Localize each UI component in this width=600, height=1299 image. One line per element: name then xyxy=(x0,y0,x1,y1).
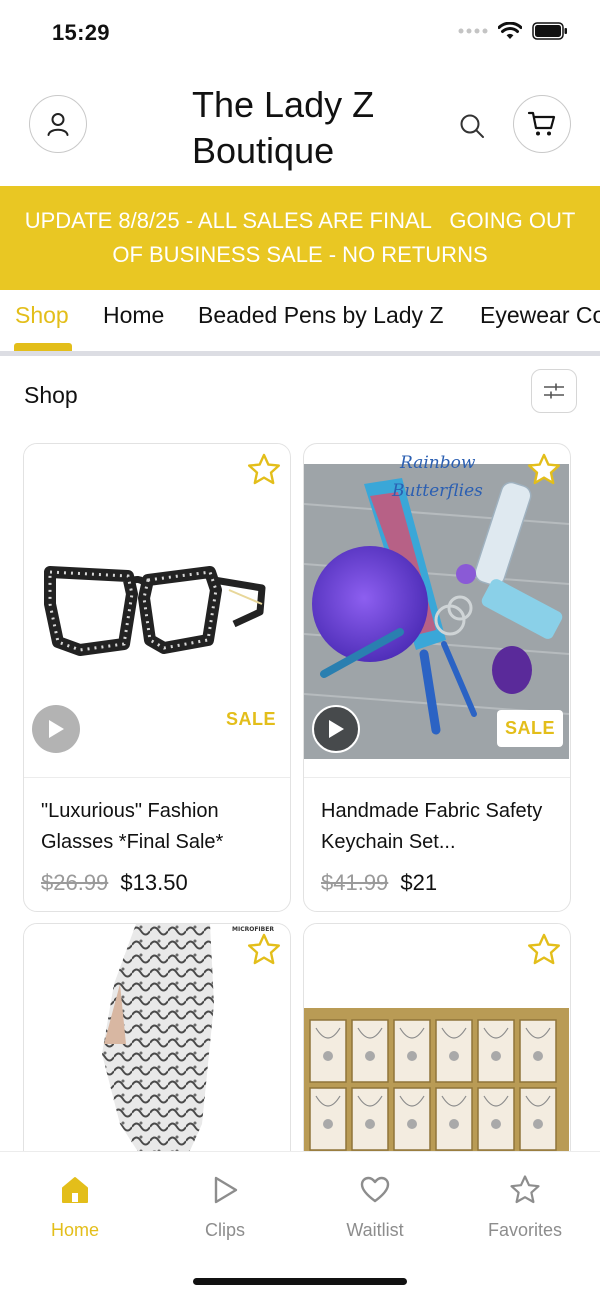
status-bar: 15:29 xyxy=(0,0,600,66)
original-price: $26.99 xyxy=(41,870,109,895)
store-title-line1: The Lady Z xyxy=(192,84,375,125)
favorite-star-icon[interactable] xyxy=(526,452,562,488)
store-title: The Lady Z Boutique xyxy=(192,82,374,174)
tab-beaded-pens[interactable]: Beaded Pens by Lady Z xyxy=(198,302,444,329)
play-icon xyxy=(214,1176,238,1204)
banner-line-2: OF BUSINESS SALE - NO RETURNS xyxy=(112,242,488,267)
nav-favorites-label: Favorites xyxy=(487,1220,563,1240)
app-header: The Lady Z Boutique xyxy=(0,66,600,186)
status-icons xyxy=(458,22,568,40)
favorite-star-icon[interactable] xyxy=(246,932,282,968)
user-icon xyxy=(47,113,69,136)
nav-waitlist[interactable]: Waitlist xyxy=(300,1174,450,1241)
active-tab-indicator xyxy=(14,343,72,351)
nav-clips[interactable]: Clips xyxy=(150,1174,300,1241)
nav-favorites[interactable]: Favorites xyxy=(450,1174,600,1241)
play-video-button[interactable] xyxy=(32,705,80,753)
nav-home-label: Home xyxy=(50,1220,99,1240)
card-divider xyxy=(304,777,570,778)
search-icon xyxy=(460,114,484,138)
sale-badge: SALE xyxy=(225,709,276,729)
play-video-button[interactable] xyxy=(312,705,360,753)
cart-button[interactable] xyxy=(513,95,571,153)
account-button[interactable] xyxy=(29,95,87,153)
announcement-banner: UPDATE 8/8/25 - ALL SALES ARE FINAL GOIN… xyxy=(0,186,600,290)
search-button[interactable] xyxy=(456,110,488,142)
card-divider xyxy=(24,777,290,778)
nav-waitlist-label: Waitlist xyxy=(346,1220,404,1240)
category-tabs: Shop Home Beaded Pens by Lady Z Eyewear … xyxy=(0,290,600,352)
tab-shop[interactable]: Shop xyxy=(15,302,69,329)
tab-home[interactable]: Home xyxy=(103,302,164,329)
section-title: Shop xyxy=(24,382,78,408)
store-title-line2: Boutique xyxy=(192,130,335,171)
bottom-navigation: Home Clips Waitlist Favorites xyxy=(0,1151,600,1299)
cart-icon xyxy=(527,111,556,136)
play-icon xyxy=(329,720,344,738)
image-caption-rainbow: Rainbow xyxy=(399,453,476,473)
play-icon xyxy=(49,720,64,738)
favorite-star-icon[interactable] xyxy=(246,452,282,488)
home-indicator xyxy=(193,1278,407,1285)
signal-icon xyxy=(458,28,488,34)
price-row: $26.99 $13.50 xyxy=(41,870,188,896)
product-name[interactable]: Handmade Fabric Safety Keychain Set... xyxy=(321,796,561,858)
star-icon xyxy=(510,1175,540,1204)
nav-clips-label: Clips xyxy=(204,1220,245,1240)
home-icon xyxy=(62,1177,88,1203)
favorite-star-icon[interactable] xyxy=(526,932,562,968)
product-card[interactable]: SALE "Luxurious" Fashion Glasses *Final … xyxy=(23,443,291,912)
sale-badge: SALE xyxy=(496,710,563,747)
status-time: 15:29 xyxy=(52,20,110,45)
product-card[interactable]: Rainbow Butterflies SALE Handmade Fabric… xyxy=(303,443,571,912)
nav-home[interactable]: Home xyxy=(0,1174,150,1241)
image-caption-butterflies: Butterflies xyxy=(391,481,483,501)
sale-price: $13.50 xyxy=(120,870,188,895)
filter-button[interactable] xyxy=(531,369,577,413)
tabs-divider xyxy=(0,351,600,356)
wifi-icon xyxy=(498,22,522,39)
heart-icon xyxy=(360,1176,390,1203)
product-name[interactable]: "Luxurious" Fashion Glasses *Final Sale* xyxy=(41,796,281,858)
tab-eyewear[interactable]: Eyewear Co xyxy=(480,302,600,329)
banner-line-1: UPDATE 8/8/25 - ALL SALES ARE FINAL GOIN… xyxy=(24,208,576,233)
price-row: $41.99 $21 xyxy=(321,870,437,896)
battery-icon xyxy=(532,22,567,40)
filter-sliders-icon xyxy=(544,383,564,399)
original-price: $41.99 xyxy=(321,870,389,895)
sale-price: $21 xyxy=(400,870,438,895)
